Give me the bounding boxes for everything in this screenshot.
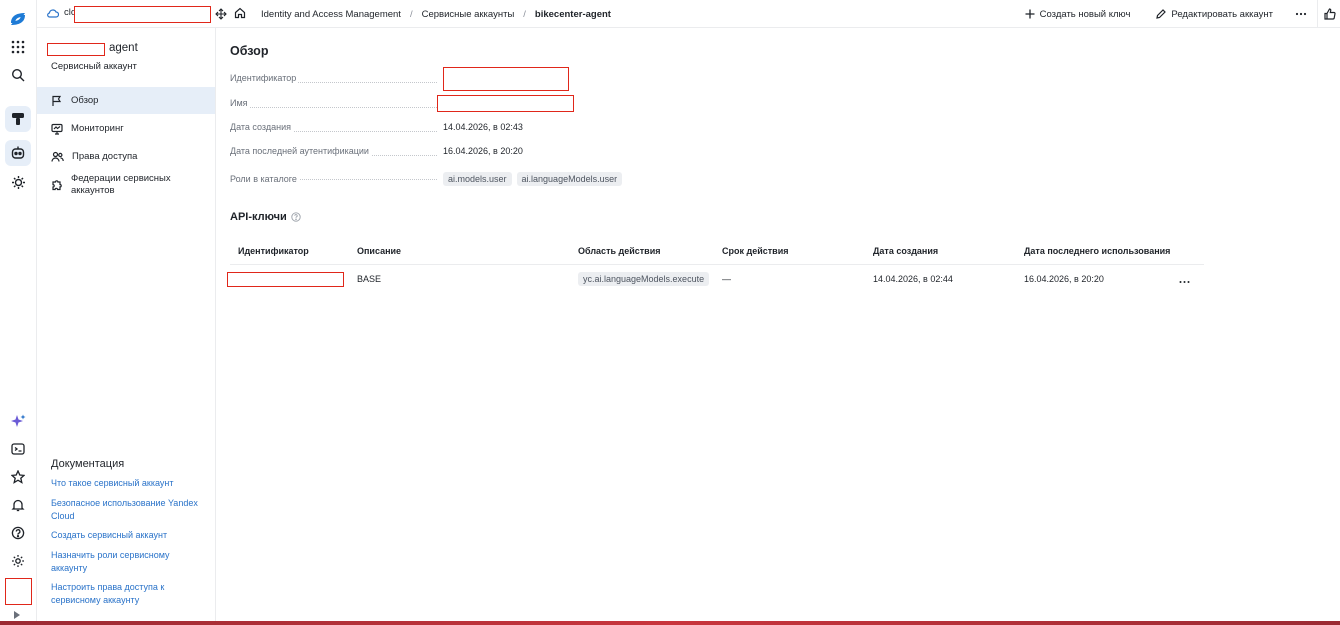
expand-rail-icon[interactable] <box>13 611 21 619</box>
nav-item-label: Федерации сервисных аккаунтов <box>71 173 171 196</box>
leader-dots <box>230 107 443 108</box>
star-icon[interactable] <box>5 464 31 490</box>
breadcrumb-separator: / <box>409 8 413 20</box>
column-header[interactable]: Срок действия <box>722 246 788 256</box>
gear-puzzle-icon[interactable] <box>5 169 31 195</box>
prop-value: 14.04.2026, в 02:43 <box>443 122 523 132</box>
key-created: 14.04.2026, в 02:44 <box>873 274 953 284</box>
nav-item-federations[interactable]: Федерации сервисных аккаунтов <box>37 173 215 201</box>
user-avatar[interactable] <box>5 578 32 605</box>
home-icon[interactable] <box>234 7 246 22</box>
nav-item-label: Мониторинг <box>71 123 124 134</box>
key-expires: — <box>722 274 731 284</box>
key-description: BASE <box>357 274 382 284</box>
more-dots-icon <box>1179 281 1190 283</box>
redacted-identifier-value <box>443 67 569 91</box>
prop-identifier: Идентификатор <box>230 73 650 87</box>
bell-icon[interactable] <box>5 492 31 518</box>
role-chip: ai.models.user <box>443 172 512 186</box>
icon-rail <box>0 0 37 625</box>
table-header-divider <box>230 264 1204 265</box>
folder-switch-icon[interactable] <box>215 8 227 23</box>
edit-account-button[interactable]: Редактировать аккаунт <box>1144 0 1285 28</box>
column-header[interactable]: Дата последнего использования <box>1024 246 1170 256</box>
terminal-icon[interactable] <box>5 436 31 462</box>
prop-roles: Роли в каталоге ai.models.user ai.languag… <box>230 172 650 188</box>
breadcrumb-current: bikecenter-agent <box>534 8 611 20</box>
role-chip: ai.languageModels.user <box>516 172 623 186</box>
redacted-cloud-name <box>74 6 211 23</box>
prop-created: Дата создания 14.04.2026, в 02:43 <box>230 122 650 136</box>
scope-chip: yc.ai.languageModels.execute <box>578 272 710 286</box>
roles-list: ai.models.user ai.languageModels.user <box>443 172 627 186</box>
prop-label: Идентификатор <box>230 73 299 83</box>
prop-label: Роли в каталоге <box>230 174 299 184</box>
prop-label: Дата последней аутентификации <box>230 146 371 156</box>
search-icon[interactable] <box>5 62 31 88</box>
services-grid-icon[interactable] <box>5 34 31 60</box>
edit-account-label: Редактировать аккаунт <box>1171 8 1273 20</box>
doc-link[interactable]: Настроить права доступа к сервисному акк… <box>51 581 179 606</box>
pencil-icon <box>1156 9 1167 19</box>
nav-item-label: Права доступа <box>72 151 138 162</box>
flag-icon <box>52 95 62 106</box>
puzzle-icon <box>52 180 62 191</box>
ai-assistant-sparkle-icon[interactable] <box>5 408 31 434</box>
yandex-cloud-logo-icon[interactable] <box>5 6 31 32</box>
cloud-icon <box>47 8 59 18</box>
taskbar-edge <box>0 621 1340 625</box>
row-actions-button[interactable] <box>1179 276 1190 287</box>
nav-item-monitoring[interactable]: Мониторинг <box>37 115 215 142</box>
create-key-label: Создать новый ключ <box>1039 8 1131 20</box>
thumbs-up-icon <box>1324 8 1336 20</box>
key-last-used: 16.04.2026, в 20:20 <box>1024 274 1104 284</box>
api-keys-title-text: API-ключи <box>230 211 287 223</box>
cloud-selector[interactable]: clo <box>47 7 76 18</box>
breadcrumb: Identity and Access Management / Сервисн… <box>234 0 611 28</box>
prop-last-auth: Дата последней аутентификации 16.04.2026… <box>230 146 650 160</box>
doc-link[interactable]: Безопасное использование Yandex Cloud <box>51 497 211 522</box>
breadcrumb-separator: / <box>523 8 526 20</box>
doc-link[interactable]: Создать сервисный аккаунт <box>51 529 211 542</box>
redacted-name-value <box>437 95 574 112</box>
monitor-icon <box>51 123 63 135</box>
feedback-button[interactable] <box>1317 0 1340 28</box>
settings-icon[interactable] <box>5 548 31 574</box>
breadcrumb-service-accounts[interactable]: Сервисные аккаунты <box>422 9 515 20</box>
api-keys-title: API-ключи <box>230 211 301 223</box>
doc-link[interactable]: Что такое сервисный аккаунт <box>51 477 211 490</box>
more-dots-icon <box>1295 12 1307 16</box>
redacted-key-identifier <box>227 272 344 287</box>
more-actions-button[interactable] <box>1285 0 1317 28</box>
page-title: Обзор <box>230 44 269 58</box>
prop-label: Имя <box>230 98 250 108</box>
prop-label: Дата создания <box>230 122 293 132</box>
prop-value: 16.04.2026, в 20:20 <box>443 146 523 156</box>
nav-item-label: Обзор <box>71 95 99 106</box>
column-header[interactable]: Область действия <box>578 246 661 256</box>
account-name: agent <box>109 42 138 54</box>
create-key-button[interactable]: Создать новый ключ <box>1013 0 1143 28</box>
iam-service-icon[interactable] <box>5 106 31 132</box>
breadcrumb-iam[interactable]: Identity and Access Management <box>261 9 401 20</box>
side-panel: agent Сервисный аккаунт Обзор Мониторинг… <box>37 28 216 625</box>
column-header[interactable]: Идентификатор <box>238 246 309 256</box>
redacted-account-name <box>47 43 105 56</box>
info-icon[interactable] <box>291 212 301 222</box>
plus-icon <box>1025 9 1035 19</box>
doc-link[interactable]: Назначить роли сервисному аккаунту <box>51 549 179 574</box>
column-header[interactable]: Описание <box>357 246 401 256</box>
help-icon[interactable] <box>5 520 31 546</box>
nav-item-overview[interactable]: Обзор <box>37 87 215 114</box>
users-icon <box>51 151 64 162</box>
top-actions: Создать новый ключ Редактировать аккаунт <box>1013 0 1340 28</box>
column-header[interactable]: Дата создания <box>873 246 938 256</box>
account-type: Сервисный аккаунт <box>51 61 137 72</box>
nav-item-access-rights[interactable]: Права доступа <box>37 143 215 170</box>
key-scope: yc.ai.languageModels.execute <box>578 272 710 286</box>
top-bar: clo Identity and Access Management / Сер… <box>37 0 1340 28</box>
docs-title: Документация <box>51 458 125 470</box>
ai-studio-icon[interactable] <box>5 140 31 166</box>
